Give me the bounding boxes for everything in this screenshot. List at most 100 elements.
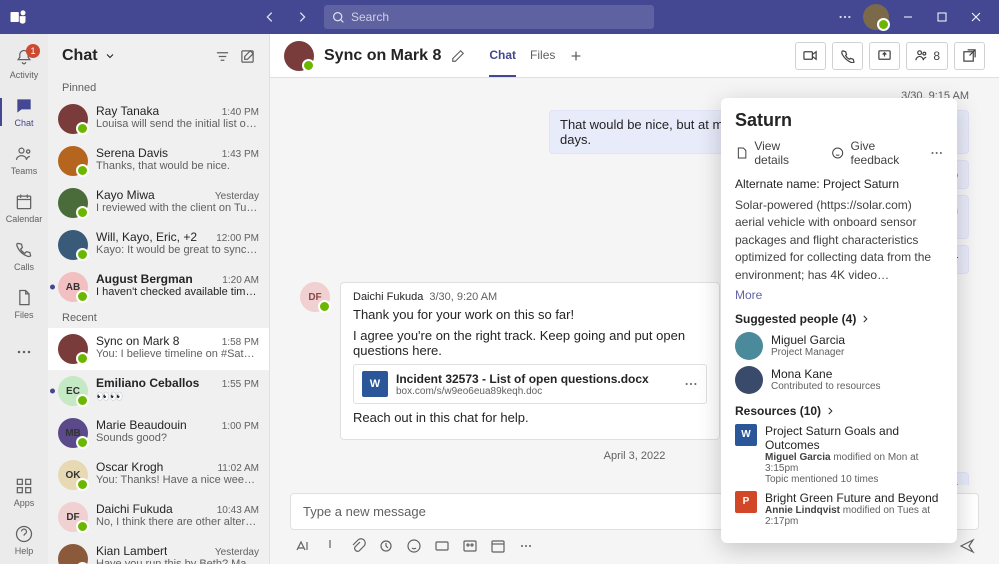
rail-activity[interactable]: 1 Activity: [0, 40, 48, 88]
calendar-icon: [14, 192, 34, 212]
gif-icon[interactable]: [434, 538, 450, 554]
resource-item[interactable]: W Project Saturn Goals and OutcomesMigue…: [735, 424, 943, 485]
tab-chat[interactable]: Chat: [489, 34, 516, 77]
rail-label: Apps: [14, 498, 35, 508]
participants-button[interactable]: 8: [906, 42, 948, 70]
emoji-icon[interactable]: [406, 538, 422, 554]
popout-button[interactable]: [954, 42, 985, 70]
app-rail: 1 Activity Chat Teams Calendar Calls Fil…: [0, 34, 48, 564]
more-link[interactable]: More: [735, 288, 762, 302]
suggested-person[interactable]: Miguel GarciaProject Manager: [735, 332, 943, 360]
suggested-people-header[interactable]: Suggested people (4): [735, 312, 943, 326]
rail-label: Chat: [14, 118, 33, 128]
rail-help[interactable]: Help: [0, 516, 48, 564]
search-box[interactable]: [324, 5, 654, 29]
chat-avatar: [284, 41, 314, 71]
sticker-icon[interactable]: [462, 538, 478, 554]
rail-more[interactable]: [0, 328, 48, 376]
rail-label: Files: [14, 310, 33, 320]
context-title: Saturn: [735, 110, 943, 131]
minimize-button[interactable]: [893, 3, 923, 31]
rail-label: Activity: [10, 70, 39, 80]
rail-label: Calendar: [6, 214, 43, 224]
apps-icon: [14, 476, 34, 496]
compose-more-icon[interactable]: [518, 538, 534, 554]
chatlist-title: Chat: [62, 47, 98, 65]
chat-list-item[interactable]: MB Marie Beaudouin1:00 PM Sounds good?: [48, 412, 269, 454]
search-input[interactable]: [351, 10, 646, 24]
chat-list-item[interactable]: Kayo MiwaYesterday I reviewed with the c…: [48, 182, 269, 224]
chat-list-item[interactable]: Serena Davis1:43 PM Thanks, that would b…: [48, 140, 269, 182]
rail-label: Calls: [14, 262, 34, 272]
chevron-right-icon: [825, 406, 835, 416]
participants-count: 8: [933, 49, 940, 63]
teams-icon: [14, 144, 34, 164]
context-description: Solar-powered (https://solar.com) aerial…: [735, 197, 943, 284]
teams-logo-icon: [8, 7, 28, 27]
pinned-section-label: Pinned: [48, 78, 269, 98]
file-attachment[interactable]: W Incident 32573 - List of open question…: [353, 364, 707, 404]
help-icon: [14, 524, 34, 544]
chevron-right-icon: [860, 314, 870, 324]
view-details-link[interactable]: View details: [754, 139, 815, 167]
feedback-icon: [831, 146, 844, 160]
rail-label: Help: [15, 546, 34, 556]
chat-list-panel: Chat Pinned Ray Tanaka1:40 PM Louisa wil…: [48, 34, 270, 564]
schedule-icon[interactable]: [490, 538, 506, 554]
share-screen-button[interactable]: [869, 42, 900, 70]
close-button[interactable]: [961, 3, 991, 31]
priority-icon[interactable]: [322, 538, 338, 554]
more-options-button[interactable]: [831, 3, 859, 31]
rail-teams[interactable]: Teams: [0, 136, 48, 184]
edit-title-icon[interactable]: [451, 49, 465, 63]
phone-icon: [14, 240, 34, 260]
rail-apps[interactable]: Apps: [0, 468, 48, 516]
file-name: Incident 32573 - List of open questions.…: [396, 372, 676, 386]
resources-header[interactable]: Resources (10): [735, 404, 943, 418]
context-more-icon[interactable]: [930, 146, 943, 160]
video-call-button[interactable]: [795, 42, 826, 70]
alternate-name: Alternate name: Project Saturn: [735, 177, 943, 191]
chat-list-item[interactable]: Will, Kayo, Eric, +212:00 PM Kayo: It wo…: [48, 224, 269, 266]
audio-call-button[interactable]: [832, 42, 863, 70]
maximize-button[interactable]: [927, 3, 957, 31]
chat-list-item[interactable]: DF Daichi Fukuda10:43 AM No, I think the…: [48, 496, 269, 538]
rail-files[interactable]: Files: [0, 280, 48, 328]
resource-item[interactable]: P Bright Green Future and BeyondAnnie Li…: [735, 491, 943, 527]
recent-section-label: Recent: [48, 308, 269, 328]
more-icon: [14, 342, 34, 362]
chevron-down-icon[interactable]: [104, 50, 116, 62]
chat-icon: [14, 96, 34, 116]
main-chat-area: Sync on Mark 8 Chat Files 8 3/30, 9:15 A…: [270, 34, 999, 564]
nav-forward-button[interactable]: [288, 3, 316, 31]
rail-chat[interactable]: Chat: [0, 88, 48, 136]
message-time: 3/30, 9:20 AM: [429, 291, 497, 303]
rail-calendar[interactable]: Calendar: [0, 184, 48, 232]
nav-back-button[interactable]: [256, 3, 284, 31]
loop-icon[interactable]: [378, 538, 394, 554]
file-url: box.com/s/w9eo6eua89keqh.doc: [396, 386, 676, 397]
attach-icon[interactable]: [350, 538, 366, 554]
message-author: Daichi Fukuda: [353, 291, 423, 303]
activity-badge: 1: [26, 44, 40, 58]
tab-files[interactable]: Files: [530, 34, 555, 77]
chat-header: Sync on Mark 8 Chat Files 8: [270, 34, 999, 78]
files-icon: [14, 288, 34, 308]
profile-avatar[interactable]: [863, 4, 889, 30]
format-icon[interactable]: [294, 538, 310, 554]
chat-list-item[interactable]: Ray Tanaka1:40 PM Louisa will send the i…: [48, 98, 269, 140]
new-chat-icon[interactable]: [240, 49, 255, 64]
chat-list-item[interactable]: AB August Bergman1:20 AM I haven't check…: [48, 266, 269, 308]
chat-list-item[interactable]: EC Emiliano Ceballos1:55 PM 👀👀: [48, 370, 269, 412]
add-tab-icon[interactable]: [569, 49, 583, 63]
chat-list-item[interactable]: Sync on Mark 81:58 PM You: I believe tim…: [48, 328, 269, 370]
filter-icon[interactable]: [215, 49, 230, 64]
file-more-icon[interactable]: [684, 377, 698, 391]
chat-list-item[interactable]: Kian LambertYesterday Have you run this …: [48, 538, 269, 564]
chat-list-item[interactable]: OK Oscar Krogh11:02 AM You: Thanks! Have…: [48, 454, 269, 496]
give-feedback-link[interactable]: Give feedback: [851, 139, 924, 167]
suggested-person[interactable]: Mona KaneContributed to resources: [735, 366, 943, 394]
send-icon[interactable]: [959, 538, 975, 554]
rail-calls[interactable]: Calls: [0, 232, 48, 280]
search-icon: [332, 11, 345, 24]
